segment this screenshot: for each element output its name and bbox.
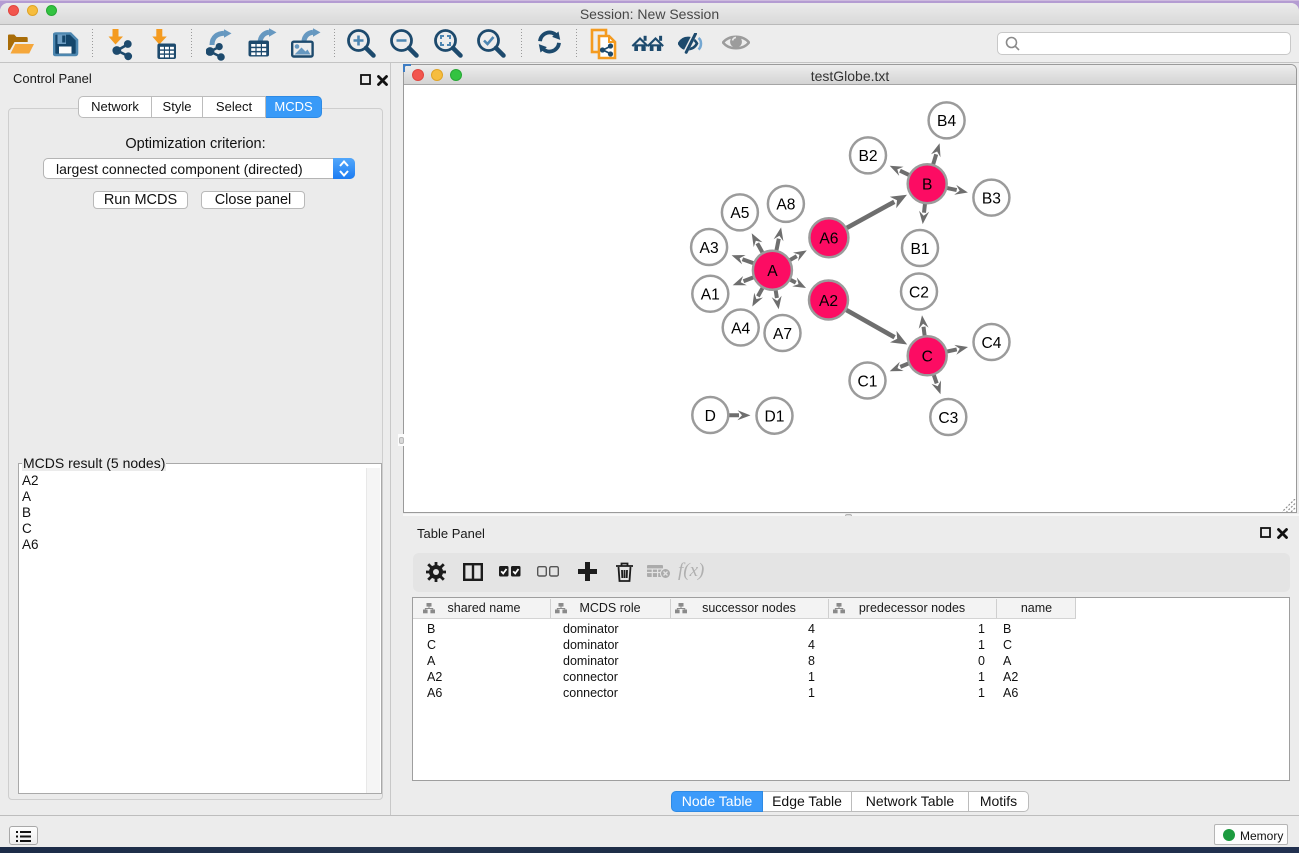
svg-text:A7: A7 — [773, 326, 792, 343]
svg-text:A8: A8 — [776, 197, 795, 214]
svg-text:A5: A5 — [730, 205, 749, 222]
svg-text:B2: B2 — [858, 148, 877, 165]
svg-text:B1: B1 — [910, 241, 929, 258]
svg-text:A: A — [767, 263, 778, 280]
svg-text:A1: A1 — [701, 287, 720, 304]
svg-text:B: B — [922, 177, 932, 194]
svg-text:C3: C3 — [938, 410, 958, 427]
svg-text:A2: A2 — [819, 293, 838, 310]
svg-text:A6: A6 — [819, 231, 838, 248]
svg-text:D1: D1 — [765, 409, 785, 426]
svg-text:C2: C2 — [909, 284, 929, 301]
svg-text:B3: B3 — [982, 190, 1001, 207]
svg-text:A3: A3 — [700, 240, 719, 257]
svg-text:C4: C4 — [982, 335, 1002, 352]
svg-text:D: D — [705, 408, 716, 425]
svg-text:A4: A4 — [731, 320, 750, 337]
svg-text:C1: C1 — [858, 373, 878, 390]
svg-text:B4: B4 — [937, 113, 956, 130]
svg-text:C: C — [922, 349, 933, 366]
